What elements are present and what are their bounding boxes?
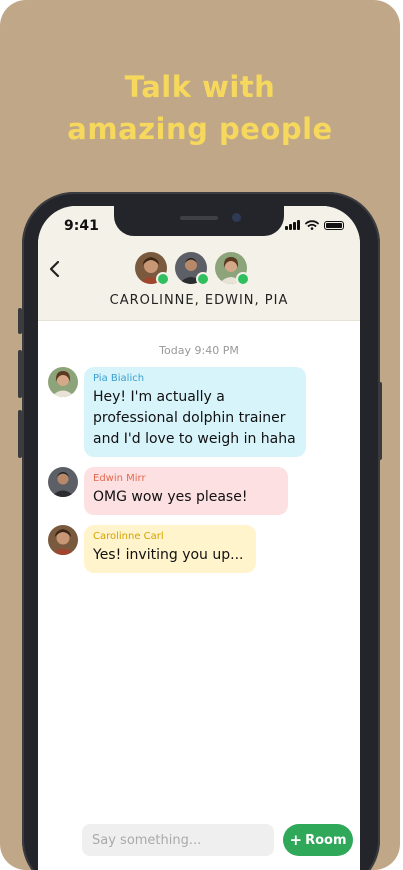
message-text: Hey! I'm actually a professional dolphin…: [93, 389, 296, 447]
message-bubble: Pia Bialich Hey! I'm actually a professi…: [84, 367, 306, 457]
message-sender: Pia Bialich: [93, 373, 145, 384]
message-sender: Edwin Mirr: [93, 473, 146, 484]
notch-speaker: [180, 216, 218, 220]
message-bubble: Carolinne Carl Yes! inviting you up...: [84, 525, 256, 573]
phone-notch: [114, 206, 284, 236]
phone-volume-up: [18, 350, 22, 398]
timestamp-time: 9:40 PM: [194, 344, 239, 357]
chat-timestamp: Today 9:40 PM: [38, 344, 360, 357]
sender-avatar-pia[interactable]: [48, 367, 78, 397]
timestamp-day: Today: [159, 344, 191, 357]
room-title[interactable]: CAROLINNE, EDWIN, PIA: [38, 293, 360, 308]
headline-line-2: amazing people: [67, 112, 333, 146]
status-icons: [285, 220, 344, 230]
chat-header: 9:41 CAROLINNE, EDWIN, PIA: [38, 206, 360, 321]
avatar-edwin[interactable]: [175, 252, 210, 286]
battery-icon: [324, 221, 344, 230]
plus-icon: +: [289, 830, 303, 849]
room-button-label: Room: [305, 832, 347, 848]
avatar-carolinne[interactable]: [135, 252, 170, 286]
back-chevron-icon[interactable]: [44, 258, 66, 280]
sender-avatar-carolinne[interactable]: [48, 525, 78, 555]
notch-camera: [232, 213, 241, 222]
message-text: OMG wow yes please!: [93, 489, 248, 505]
promo-card: Talk with amazing people 9:41 CAROLINNE,…: [0, 0, 400, 870]
message-bubble: Edwin Mirr OMG wow yes please!: [84, 467, 288, 515]
sender-avatar-edwin[interactable]: [48, 467, 78, 497]
headline-line-1: Talk with: [124, 70, 276, 104]
message-input[interactable]: [82, 824, 274, 856]
phone-mute-switch: [18, 308, 22, 334]
message-sender: Carolinne Carl: [93, 531, 164, 542]
status-time: 9:41: [64, 218, 99, 234]
phone-power-button: [378, 382, 382, 460]
add-room-button[interactable]: + Room: [283, 824, 353, 856]
participant-avatars[interactable]: [135, 252, 250, 286]
chat-message[interactable]: Edwin Mirr OMG wow yes please!: [48, 467, 288, 515]
wifi-icon: [305, 220, 319, 230]
online-status-dot: [156, 272, 170, 286]
chat-message[interactable]: Carolinne Carl Yes! inviting you up...: [48, 525, 256, 573]
promo-headline: Talk with amazing people: [0, 66, 400, 150]
phone-screen: 9:41 CAROLINNE, EDWIN, PIA Today 9:40 PM…: [38, 206, 360, 870]
phone-volume-down: [18, 410, 22, 458]
avatar-pia[interactable]: [215, 252, 250, 286]
signal-icon: [285, 220, 300, 230]
message-text: Yes! inviting you up...: [93, 547, 244, 563]
online-status-dot: [196, 272, 210, 286]
online-status-dot: [236, 272, 250, 286]
chat-message[interactable]: Pia Bialich Hey! I'm actually a professi…: [48, 367, 306, 457]
